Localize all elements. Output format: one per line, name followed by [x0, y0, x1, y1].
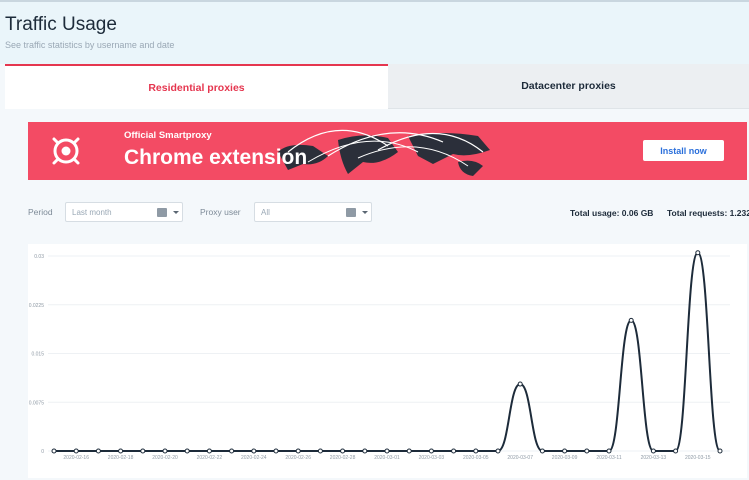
data-point	[184, 448, 190, 454]
data-point	[473, 448, 479, 454]
x-tick-label: 2020-02-22	[197, 455, 223, 461]
x-tick-label: 2020-03-01	[374, 455, 400, 461]
data-point	[517, 381, 523, 387]
tab-residential-proxies[interactable]: Residential proxies	[5, 64, 388, 109]
period-select[interactable]: Last month	[65, 202, 183, 222]
data-point	[451, 448, 457, 454]
data-point	[340, 448, 346, 454]
proxy-user-select[interactable]: All	[254, 202, 372, 222]
x-tick-label: 2020-03-13	[641, 455, 667, 461]
period-label: Period	[28, 207, 53, 217]
data-point	[406, 448, 412, 454]
banner-big-text: Chrome extension	[124, 146, 308, 169]
data-point	[362, 448, 368, 454]
y-tick-label: 0.0225	[29, 303, 45, 309]
traffic-chart: 0 0.0075 0.015 0.0225 0.03 2020-02-16 2020-02-…	[28, 244, 747, 478]
data-point	[206, 448, 212, 454]
data-point	[539, 448, 545, 454]
chrome-extension-banner: Official Smartproxy Chrome extension Ins…	[28, 122, 747, 180]
proxy-type-tabs: Residential proxies Datacenter proxies	[5, 64, 749, 109]
page-subtitle: See traffic statistics by username and d…	[5, 40, 175, 50]
data-point	[695, 250, 701, 256]
banner-small-text: Official Smartproxy	[124, 130, 212, 141]
traffic-chart-svg: 0 0.0075 0.015 0.0225 0.03 2020-02-16 2020-02-…	[29, 250, 730, 461]
x-tick-label: 2020-03-05	[463, 455, 489, 461]
smartproxy-logo-icon	[52, 137, 80, 165]
tab-datacenter-proxies[interactable]: Datacenter proxies	[388, 64, 749, 109]
data-point	[673, 448, 679, 454]
proxy-user-value: All	[261, 208, 270, 217]
data-point	[140, 448, 146, 454]
period-value: Last month	[72, 208, 112, 217]
x-tick-label: 2020-02-28	[330, 455, 356, 461]
list-icon	[346, 208, 356, 217]
x-tick-label: 2020-02-18	[108, 455, 134, 461]
data-point	[606, 448, 612, 454]
filters-bar: Period Last month Proxy user All Total u…	[28, 200, 749, 224]
x-tick-label: 2020-03-03	[419, 455, 445, 461]
page-title: Traffic Usage	[5, 14, 117, 35]
x-tick-label: 2020-02-20	[152, 455, 178, 461]
y-tick-label: 0.03	[34, 254, 44, 260]
data-point	[295, 448, 301, 454]
chevron-down-icon	[173, 211, 179, 214]
x-tick-label: 2020-03-15	[685, 455, 711, 461]
x-tick-label: 2020-03-11	[596, 455, 621, 461]
y-tick-label: 0.0075	[29, 400, 45, 406]
x-tick-label: 2020-03-09	[552, 455, 578, 461]
data-point	[73, 448, 79, 454]
data-point	[162, 448, 168, 454]
data-point	[384, 448, 390, 454]
data-point	[229, 448, 235, 454]
series-line	[53, 251, 721, 452]
data-point	[273, 448, 279, 454]
proxy-user-label: Proxy user	[200, 207, 241, 217]
data-point	[584, 448, 590, 454]
data-point	[251, 448, 257, 454]
data-point	[495, 448, 501, 454]
y-tick-label: 0	[41, 449, 44, 455]
data-point	[650, 448, 656, 454]
page-header: Traffic Usage See traffic statistics by …	[0, 0, 749, 64]
data-point	[562, 448, 568, 454]
y-tick-label: 0.015	[31, 352, 44, 358]
x-tick-label: 2020-03-07	[507, 455, 533, 461]
total-usage: Total usage: 0.06 GB	[570, 208, 654, 218]
x-tick-label: 2020-02-24	[241, 455, 267, 461]
data-point	[717, 448, 723, 454]
calendar-icon	[157, 208, 167, 217]
data-point	[317, 448, 323, 454]
data-point	[51, 448, 57, 454]
data-point	[118, 448, 124, 454]
chevron-down-icon	[362, 211, 368, 214]
total-requests: Total requests: 1.232	[667, 208, 749, 218]
x-tick-label: 2020-02-26	[285, 455, 311, 461]
world-map-icon	[278, 129, 490, 176]
install-now-button[interactable]: Install now	[643, 140, 724, 161]
x-tick-label: 2020-02-16	[63, 455, 89, 461]
data-point	[428, 448, 434, 454]
data-point	[628, 317, 634, 323]
data-point	[95, 448, 101, 454]
